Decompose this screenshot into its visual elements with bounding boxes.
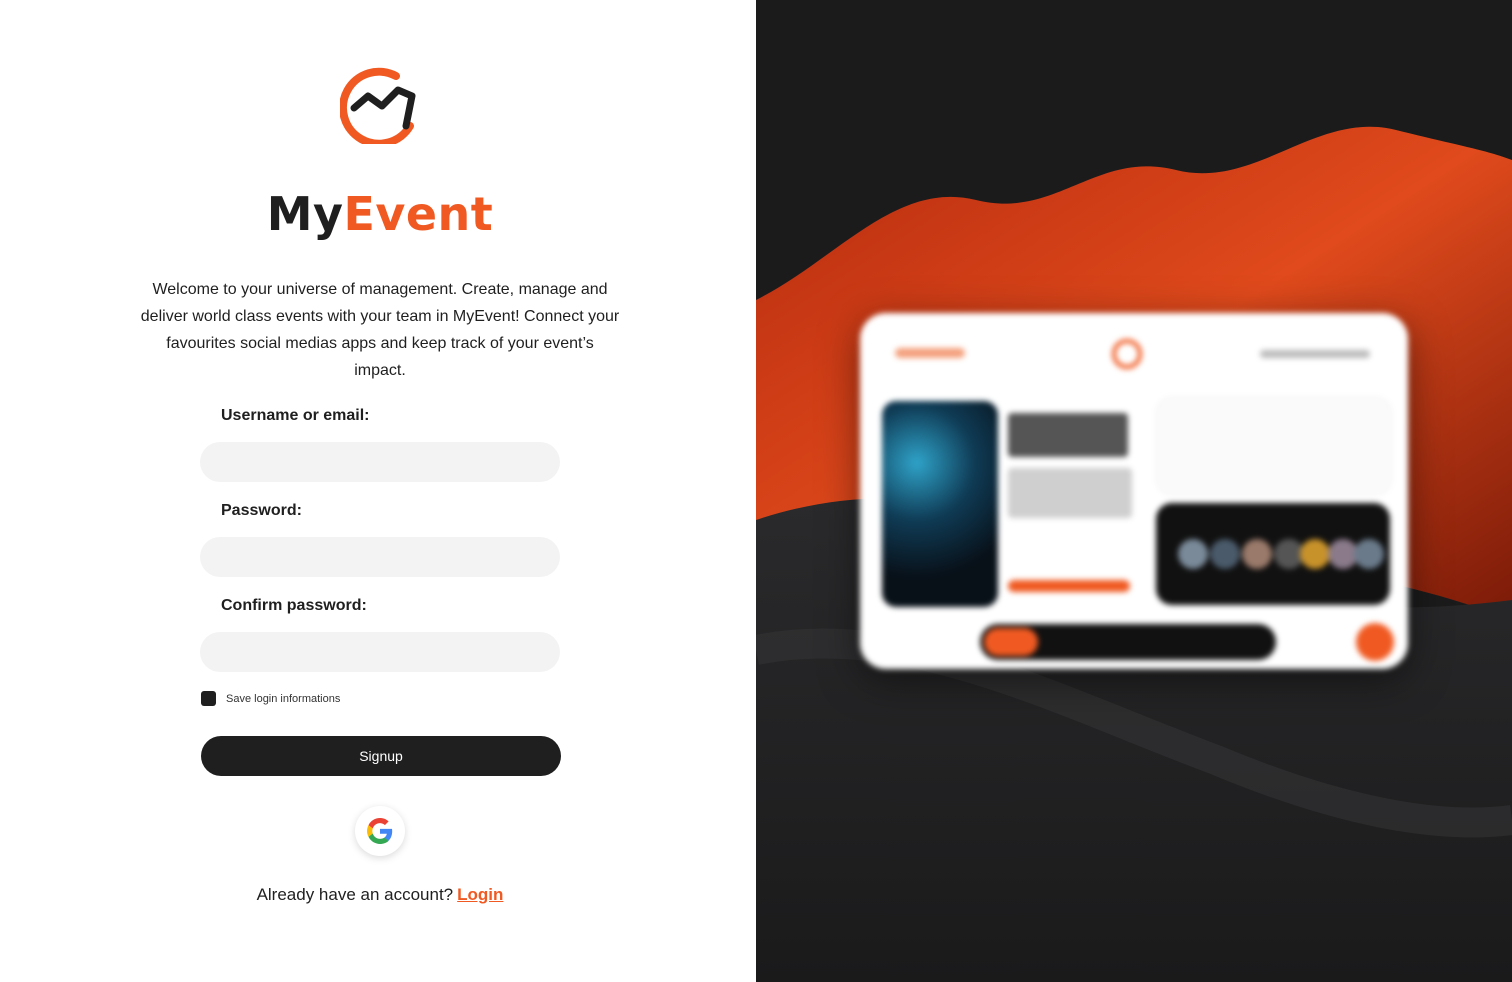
save-login-option[interactable]: Save login informations xyxy=(201,691,340,706)
google-signin-button[interactable] xyxy=(355,806,405,856)
confirm-password-input[interactable] xyxy=(200,632,560,672)
intro-text: Welcome to your universe of management. … xyxy=(140,281,620,379)
myevent-logo-icon xyxy=(340,67,416,144)
login-prompt: Already have an account? Login xyxy=(0,885,760,905)
hero-illustration-panel xyxy=(756,0,1512,982)
dashboard-preview-image xyxy=(860,313,1408,669)
brand-title-part2: Event xyxy=(343,187,494,241)
signup-panel: MyEvent Welcome to your universe of mana… xyxy=(0,0,756,982)
save-login-label: Save login informations xyxy=(226,692,341,705)
confirm-password-label: Confirm password: xyxy=(221,597,367,614)
brand-title: MyEvent xyxy=(0,186,760,242)
login-link[interactable]: Login xyxy=(457,885,503,904)
login-prompt-text: Already have an account? xyxy=(256,885,454,904)
brand-title-part1: My xyxy=(266,187,344,241)
username-input[interactable] xyxy=(200,442,560,482)
save-login-checkbox[interactable] xyxy=(201,691,216,706)
password-input[interactable] xyxy=(200,537,560,577)
username-label: Username or email: xyxy=(221,407,370,424)
signup-button[interactable]: Signup xyxy=(201,736,561,776)
google-icon xyxy=(367,818,393,844)
password-label: Password: xyxy=(221,502,302,519)
